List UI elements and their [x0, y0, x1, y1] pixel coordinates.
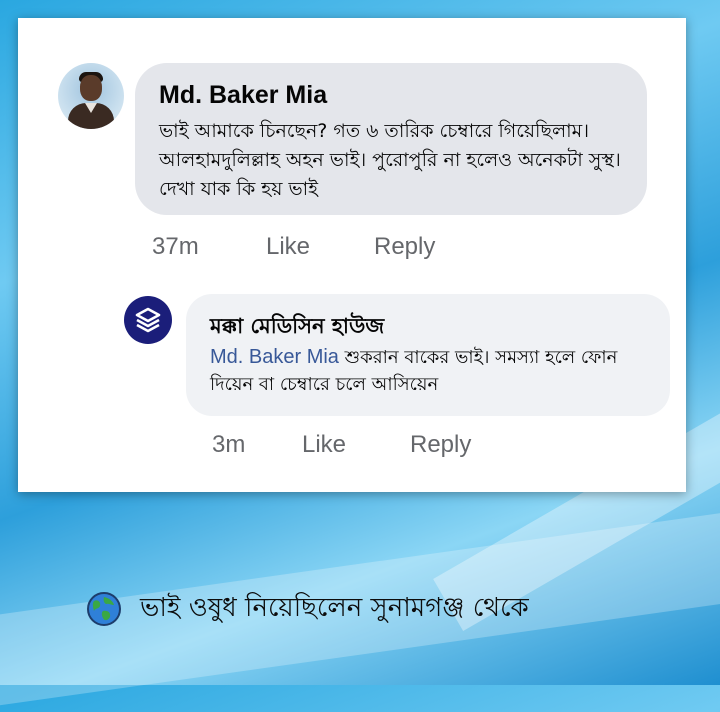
reply-button[interactable]: Reply: [410, 431, 471, 459]
caption-text: ভাই ওষুধ নিয়েছিলেন সুনামগঞ্জ থেকে: [140, 593, 529, 623]
comment-time: 37m: [152, 233, 199, 260]
comment-actions: 37m Like Reply: [152, 233, 472, 265]
like-button[interactable]: Like: [302, 431, 346, 459]
reply-time: 3m: [212, 431, 246, 458]
comment-text: ভাই আমাকে চিনছেন? গত ৬ তারিক চেম্বারে গি…: [159, 120, 621, 200]
reply-actions: 3m Like Reply: [212, 431, 512, 463]
reply-author[interactable]: মক্কা মেডিসিন হাউজ: [210, 310, 384, 345]
comment-bubble: Md. Baker Mia ভাই আমাকে চিনছেন? গত ৬ তার…: [135, 63, 647, 215]
comment-screenshot-card: Md. Baker Mia ভাই আমাকে চিনছেন? গত ৬ তার…: [18, 18, 686, 492]
avatar-head: [80, 75, 102, 101]
page-logo[interactable]: [124, 296, 172, 344]
comment-author[interactable]: Md. Baker Mia: [159, 81, 327, 110]
layers-icon: [135, 307, 161, 333]
globe-icon: [87, 592, 121, 626]
reply-text: Md. Baker Mia শুকরান বাকের ভাই। সমস্যা হ…: [210, 344, 660, 398]
mention-link[interactable]: Md. Baker Mia: [210, 346, 339, 368]
reply-bubble: মক্কা মেডিসিন হাউজ Md. Baker Mia শুকরান …: [186, 294, 670, 416]
avatar[interactable]: [58, 63, 124, 129]
caption: ভাই ওষুধ নিয়েছিলেন সুনামগঞ্জ থেকে: [86, 589, 529, 629]
like-button[interactable]: Like: [266, 233, 310, 261]
reply-button[interactable]: Reply: [374, 233, 435, 261]
